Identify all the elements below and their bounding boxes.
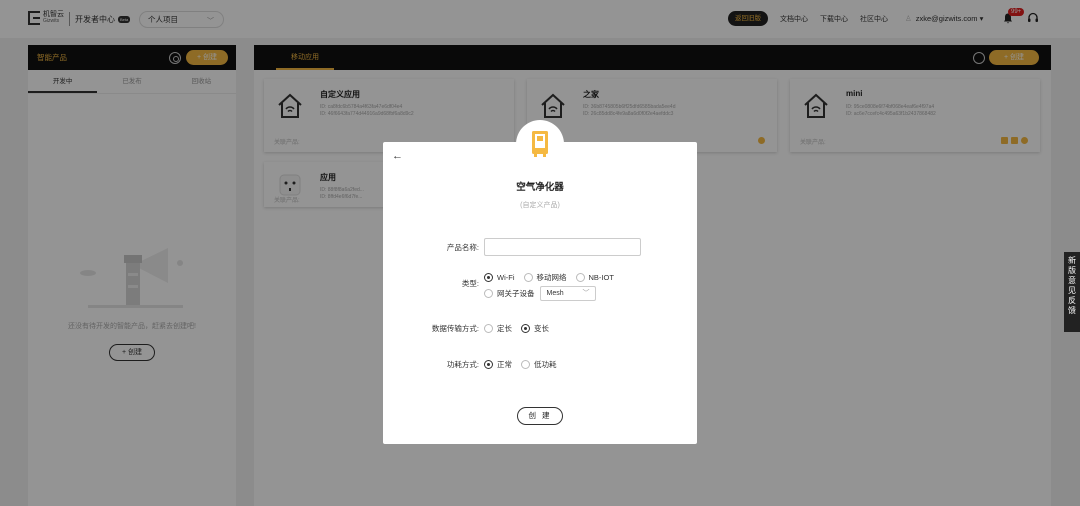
radio-checked[interactable] (521, 324, 530, 333)
power-radio-group: 正常 低功耗 (484, 359, 566, 370)
type-option-wifi[interactable]: Wi-Fi (484, 273, 515, 282)
radio-checked[interactable] (484, 273, 493, 282)
power-label: 功耗方式: (446, 360, 479, 369)
power-option-low[interactable]: 低功耗 (521, 359, 557, 370)
radio-checked[interactable] (484, 360, 493, 369)
radio[interactable] (575, 273, 585, 282)
power-option-normal[interactable]: 正常 (484, 359, 512, 370)
type-option-label: 移动网络 (536, 273, 567, 282)
back-arrow-icon[interactable]: ← (392, 150, 403, 162)
type-option-label: Wi-Fi (497, 273, 515, 282)
radio[interactable] (484, 289, 493, 298)
product-icon-badge (516, 120, 564, 168)
transfer-option-variable[interactable]: 变长 (521, 323, 549, 334)
transfer-option-label: 定长 (497, 324, 512, 333)
power-option-label: 正常 (497, 360, 512, 369)
transfer-option-fixed[interactable]: 定长 (484, 323, 512, 334)
product-title: 空气净化器 (516, 182, 564, 193)
type-radio-group: Wi-Fi 移动网络 NB-IOT (484, 272, 623, 283)
product-subtitle: (自定义产品) (520, 202, 560, 209)
radio[interactable] (523, 273, 533, 282)
create-product-dialog: ← 空气净化器 (自定义产品) 产品名称: 类型: Wi-Fi 移动网络 NB-… (383, 142, 697, 444)
mesh-select-value: Mesh (546, 290, 564, 297)
power-option-label: 低功耗 (534, 360, 557, 369)
chevron-down-icon: ﹀ (582, 290, 590, 297)
type-option-mobile-network[interactable]: 移动网络 (523, 272, 567, 283)
type-option-nb-iot[interactable]: NB-IOT (575, 273, 614, 282)
mesh-select[interactable]: Mesh ﹀ (539, 286, 596, 301)
radio[interactable] (484, 324, 493, 333)
create-button[interactable]: 创 建 (517, 407, 563, 425)
radio[interactable] (521, 360, 530, 369)
air-purifier-icon (532, 131, 548, 157)
feedback-label: 新版意见反馈 (1068, 256, 1076, 315)
feedback-tab[interactable]: 新版意见反馈 (1064, 252, 1080, 332)
type-option-gateway-subdevice[interactable]: 网关子设备 (484, 288, 535, 299)
transfer-label: 数据传输方式: (431, 324, 479, 333)
type-option-label: 网关子设备 (497, 289, 535, 298)
type-option-label: NB-IOT (588, 273, 614, 282)
type-radio-group-row2: 网关子设备 Mesh ﹀ (484, 286, 596, 301)
type-label: 类型: (461, 279, 479, 288)
product-name-label: 产品名称: (446, 243, 479, 252)
transfer-option-label: 变长 (534, 324, 549, 333)
transfer-radio-group: 定长 变长 (484, 323, 558, 334)
product-name-input[interactable] (484, 238, 641, 256)
